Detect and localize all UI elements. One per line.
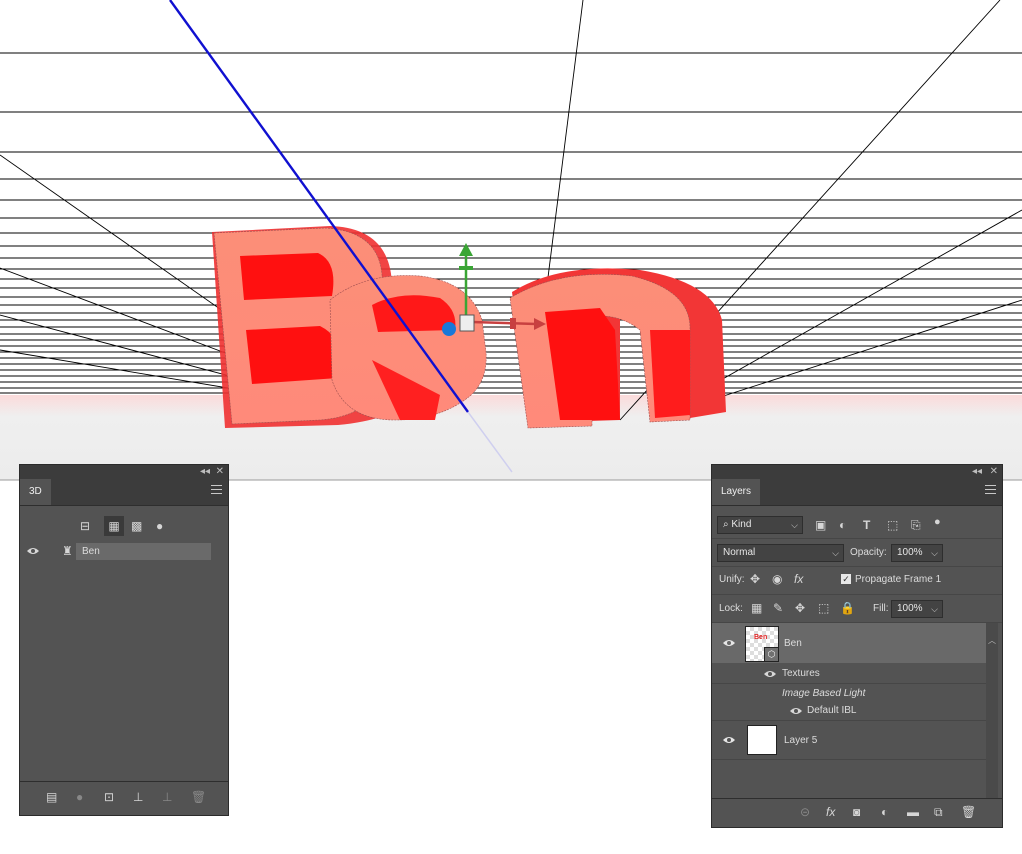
fx-icon[interactable]: fx: [826, 805, 835, 819]
trash-icon: 🗑: [191, 790, 207, 804]
layers-scrollbar[interactable]: ︿: [986, 623, 998, 798]
3d-panel-footer: ▤ ● ⊡ ⊥ ⊥ 🗑: [20, 783, 228, 813]
close-icon[interactable]: ✕: [216, 466, 224, 478]
lock-row: Lock: ▦ ✎ ✥ ⬚ 🔒 Fill: 100% ⌵: [712, 597, 1002, 621]
panel-menu-icon[interactable]: [985, 485, 996, 494]
layer-row-layer-5[interactable]: Layer 5: [712, 721, 986, 760]
sublayer-label: Image Based Light: [782, 688, 866, 699]
type-filter-icon[interactable]: T: [863, 518, 870, 532]
collapse-icon[interactable]: ◂◂: [200, 466, 210, 478]
blend-mode-value: Normal: [723, 547, 756, 558]
new-layer-icon[interactable]: ⧉: [934, 805, 943, 819]
lock-all-icon[interactable]: 🔒: [840, 601, 855, 615]
panel-header-bar: ◂◂ ✕: [712, 465, 1002, 479]
visibility-eye-icon[interactable]: [790, 707, 802, 715]
unify-style-icon[interactable]: fx: [794, 572, 803, 586]
visibility-eye-icon[interactable]: [723, 639, 735, 647]
material-icon[interactable]: ▩: [131, 519, 142, 533]
delete-light-icon: ⊥: [162, 790, 173, 804]
visibility-eye-icon[interactable]: [27, 547, 39, 555]
search-icon: ⌕: [723, 519, 729, 530]
new-light-icon[interactable]: ●: [76, 790, 83, 804]
unify-visibility-icon[interactable]: ◉: [772, 572, 782, 586]
close-icon[interactable]: ✕: [990, 466, 998, 478]
lock-label: Lock:: [719, 603, 743, 614]
chevron-down-icon: ⌵: [791, 520, 798, 530]
blend-mode-select[interactable]: Normal ⌵: [717, 544, 844, 562]
render-icon[interactable]: ⊡: [104, 790, 114, 804]
layer-name: Ben: [784, 638, 802, 649]
scene-item-label: Ben: [82, 546, 100, 557]
blend-row: Normal ⌵ Opacity: 100% ⌵: [712, 541, 1002, 565]
shape-filter-icon[interactable]: ⬚: [887, 518, 898, 532]
propagate-label: Propagate Frame 1: [855, 574, 942, 585]
unify-position-icon[interactable]: ✥: [750, 572, 760, 586]
fill-input[interactable]: 100% ⌵: [891, 600, 943, 618]
tab-bar: 3D: [20, 479, 228, 506]
lock-position-icon[interactable]: ✥: [795, 601, 805, 615]
sublayer-default-ibl[interactable]: Default IBL: [712, 702, 986, 721]
adjustment-filter-icon[interactable]: ◐: [839, 518, 846, 532]
ground-icon[interactable]: ⊥: [133, 790, 143, 804]
kind-label: Kind: [731, 519, 752, 530]
sublayer-label: Default IBL: [807, 705, 857, 716]
filter-toolbar: ⊟ ▦ ▩ ●: [20, 513, 228, 539]
layers-panel-footer: ⊝ fx ◙ ◐ ▬ ⧉ 🗑: [712, 799, 1002, 825]
3d-panel: ◂◂ ✕ 3D ⊟ ▦ ▩ ● ♜ Ben ▤ ● ⊡ ⊥ ⊥ 🗑: [19, 464, 229, 816]
propagate-checkbox[interactable]: ✓: [841, 574, 851, 584]
layer-thumbnail: Ben ⬡: [745, 626, 779, 662]
mesh-icon[interactable]: ▦: [104, 516, 124, 536]
kind-filter-select[interactable]: ⌕ Kind ⌵: [717, 516, 803, 534]
layer-row-ben[interactable]: Ben ⬡ Ben: [712, 623, 986, 663]
adjustment-icon[interactable]: ◐: [881, 805, 888, 819]
fill-value: 100%: [897, 603, 923, 614]
pixel-filter-icon[interactable]: ▣: [815, 518, 826, 532]
3d-layer-icon: ⬡: [764, 647, 779, 662]
filter-toggle-icon[interactable]: ●: [934, 515, 941, 529]
layers-list: Ben ⬡ Ben Textures Image Based Light Def…: [712, 623, 986, 798]
unify-label: Unify:: [719, 574, 745, 585]
light-icon[interactable]: ●: [156, 519, 163, 533]
lock-transparent-icon[interactable]: ▦: [751, 601, 762, 615]
filter-row: ⌕ Kind ⌵ ▣ ◐ T ⬚ ⎘ ●: [712, 513, 1002, 537]
panel-header-bar: ◂◂ ✕: [20, 465, 228, 479]
smart-object-filter-icon[interactable]: ⎘: [911, 518, 921, 532]
chevron-down-icon[interactable]: ⌵: [931, 601, 938, 617]
scene-icon[interactable]: ⊟: [80, 519, 90, 533]
visibility-eye-icon[interactable]: [723, 736, 735, 744]
link-icon: ⊝: [800, 805, 811, 819]
layer-thumbnail: [747, 725, 777, 755]
unify-row: Unify: ✥ ◉ fx ✓ Propagate Frame 1: [712, 569, 1002, 591]
sublayer-textures[interactable]: Textures: [712, 664, 986, 684]
layer-name: Layer 5: [784, 735, 818, 746]
chevron-down-icon[interactable]: ⌵: [931, 545, 938, 561]
sublayer-ibl-group[interactable]: Image Based Light: [712, 684, 986, 702]
mask-icon[interactable]: ◙: [853, 805, 860, 819]
thumb-text: Ben: [754, 634, 768, 641]
fill-label: Fill:: [873, 603, 889, 614]
opacity-input[interactable]: 100% ⌵: [891, 544, 943, 562]
collapse-icon[interactable]: ◂◂: [972, 466, 982, 478]
folder-icon[interactable]: ▬: [907, 805, 919, 819]
lock-pixels-icon[interactable]: ✎: [773, 601, 783, 615]
scene-item-ben[interactable]: ♜ Ben: [20, 543, 228, 560]
scroll-up-icon[interactable]: ︿: [988, 635, 996, 646]
lock-artboard-icon[interactable]: ⬚: [818, 601, 829, 615]
layers-panel: ◂◂ ✕ Layers ⌕ Kind ⌵ ▣ ◐ T ⬚ ⎘ ● Normal …: [711, 464, 1003, 828]
tab-layers[interactable]: Layers: [712, 479, 761, 505]
visibility-eye-icon[interactable]: [764, 670, 776, 678]
tab-bar: Layers: [712, 479, 1002, 506]
opacity-label: Opacity:: [850, 547, 887, 558]
trash-icon[interactable]: 🗑: [961, 805, 976, 819]
new-mesh-icon[interactable]: ▤: [46, 790, 57, 804]
opacity-value: 100%: [897, 547, 923, 558]
sublayer-label: Textures: [782, 668, 820, 679]
chevron-down-icon: ⌵: [832, 548, 839, 558]
3d-mesh-icon: ♜: [62, 544, 73, 558]
panel-menu-icon[interactable]: [211, 485, 222, 494]
tab-3d[interactable]: 3D: [20, 479, 51, 505]
